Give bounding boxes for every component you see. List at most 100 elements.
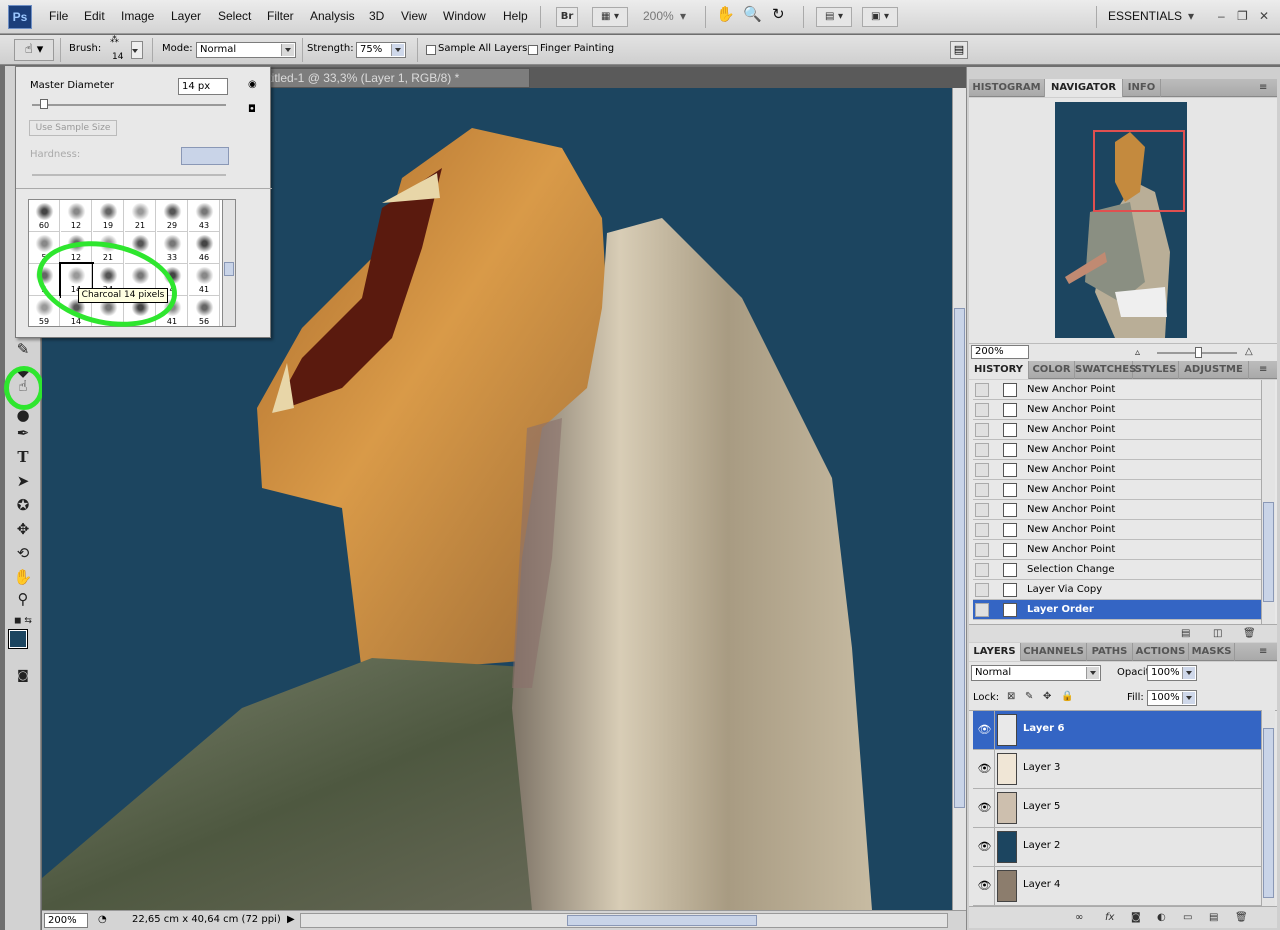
layers-scrollbar[interactable]	[1261, 710, 1275, 906]
view-extras-button[interactable]: ▦ ▾	[592, 7, 628, 27]
history-item[interactable]: New Anchor Point	[973, 540, 1261, 560]
visibility-eye-icon[interactable]: 👁	[975, 789, 995, 827]
menu-select[interactable]: Select	[218, 9, 251, 23]
menu-analysis[interactable]: Analysis	[310, 9, 355, 23]
path-selection-tool-icon[interactable]: ➤	[9, 470, 37, 492]
brush-picker-toggle[interactable]	[131, 41, 143, 59]
brush-grid-scrollbar[interactable]	[222, 199, 236, 327]
canvas-vertical-scrollbar[interactable]	[952, 88, 966, 910]
brush-preset-cell[interactable]: 60	[29, 200, 60, 232]
hardness-slider[interactable]	[32, 174, 226, 176]
menu-filter[interactable]: Filter	[267, 9, 294, 23]
panel-menu-icon[interactable]: ≡	[1259, 82, 1267, 93]
layer-row[interactable]: 👁 Layer 3	[973, 750, 1261, 789]
mode-select[interactable]: Normal	[196, 42, 296, 58]
tab-layers[interactable]: LAYERS	[969, 643, 1021, 661]
visibility-eye-icon[interactable]: 👁	[975, 867, 995, 905]
menu-file[interactable]: File	[49, 9, 68, 23]
history-brush-source-box[interactable]	[975, 603, 989, 617]
visibility-eye-icon[interactable]: 👁	[975, 750, 995, 788]
history-brush-source-box[interactable]	[975, 463, 989, 477]
navigator-zoom-input[interactable]: 200%	[971, 345, 1029, 359]
tab-history[interactable]: HISTORY	[969, 361, 1029, 379]
bridge-button[interactable]: Br	[556, 7, 578, 27]
status-info-icon[interactable]: ◔	[98, 914, 107, 925]
navigator-zoom-thumb[interactable]	[1195, 347, 1202, 358]
tab-masks[interactable]: MASKS	[1189, 643, 1235, 661]
hardness-input[interactable]	[181, 147, 229, 165]
brush-panel-menu-icon[interactable]: ◉	[248, 79, 257, 90]
document-tab[interactable]: Untitled-1 @ 33,3% (Layer 1, RGB/8) *	[244, 68, 530, 88]
canvas-horizontal-scrollbar[interactable]	[300, 913, 948, 928]
quick-mask-icon[interactable]: ◙	[9, 664, 37, 686]
navigator-thumbnail[interactable]	[1055, 102, 1187, 338]
history-brush-source-box[interactable]	[975, 383, 989, 397]
menu-window[interactable]: Window	[443, 9, 486, 23]
zoom-dropdown-arrow-icon[interactable]: ▾	[680, 9, 686, 23]
navigator-view-box[interactable]	[1093, 130, 1185, 212]
history-brush-source-box[interactable]	[975, 403, 989, 417]
tab-styles[interactable]: STYLES	[1133, 361, 1179, 379]
tab-info[interactable]: INFO	[1123, 79, 1161, 97]
master-diameter-input[interactable]: 14 px	[178, 78, 228, 95]
layer-row[interactable]: 👁 Layer 2	[973, 828, 1261, 867]
foreground-color-swatch[interactable]	[8, 629, 28, 649]
history-item[interactable]: New Anchor Point	[973, 480, 1261, 500]
layer-row[interactable]: 👁 Layer 6	[973, 711, 1261, 750]
zoom-level-dropdown[interactable]: 200%	[643, 9, 674, 23]
tab-actions[interactable]: ACTIONS	[1133, 643, 1189, 661]
history-item[interactable]: New Anchor Point	[973, 380, 1261, 400]
brush-preset-cell[interactable]: 56	[189, 296, 220, 326]
panel-toggle-button[interactable]: ▤	[950, 41, 968, 59]
brush-preset-cell[interactable]: 19	[93, 200, 124, 232]
history-item[interactable]: New Anchor Point	[973, 400, 1261, 420]
use-sample-size-button[interactable]: Use Sample Size	[29, 120, 117, 136]
new-snapshot-icon[interactable]: ◫	[1213, 628, 1222, 639]
layer-row[interactable]: 👁 Layer 5	[973, 789, 1261, 828]
history-brush-source-box[interactable]	[975, 543, 989, 557]
lock-all-icon[interactable]: 🔒	[1061, 691, 1073, 702]
history-brush-source-box[interactable]	[975, 423, 989, 437]
brush-preset-cell[interactable]: 21	[125, 200, 156, 232]
strength-input[interactable]: 75%	[356, 42, 406, 58]
menu-3d[interactable]: 3D	[369, 9, 384, 23]
history-item[interactable]: New Anchor Point	[973, 420, 1261, 440]
panel-menu-icon[interactable]: ≡	[1259, 364, 1267, 375]
history-item[interactable]: New Anchor Point	[973, 460, 1261, 480]
menu-image[interactable]: Image	[121, 9, 154, 23]
history-item[interactable]: New Anchor Point	[973, 440, 1261, 460]
status-zoom-input[interactable]: 200%	[44, 913, 88, 928]
history-brush-source-box[interactable]	[975, 443, 989, 457]
screen-mode-button[interactable]: ▣ ▾	[862, 7, 898, 27]
horizontal-scroll-thumb[interactable]	[567, 915, 757, 926]
zoom-tool-icon[interactable]: ⚲	[9, 588, 37, 610]
tool-preset-picker[interactable]: ☝ ▾	[14, 39, 54, 61]
master-diameter-slider[interactable]	[32, 104, 226, 106]
zoom-tool-icon[interactable]: 🔍	[743, 5, 762, 23]
master-diameter-slider-thumb[interactable]	[40, 99, 48, 109]
arrange-documents-button[interactable]: ▤ ▾	[816, 7, 852, 27]
rotate-view-icon[interactable]: ↻	[772, 5, 785, 23]
close-icon[interactable]: ✕	[1259, 9, 1269, 23]
type-tool-icon[interactable]: T	[9, 446, 37, 468]
adjustment-layer-icon[interactable]: ◐	[1157, 912, 1166, 923]
history-item[interactable]: New Anchor Point	[973, 520, 1261, 540]
3d-orbit-tool-icon[interactable]: ⟲	[9, 542, 37, 564]
finger-painting-checkbox[interactable]	[528, 45, 538, 55]
brush-preset-cell[interactable]: 12	[61, 200, 92, 232]
history-scroll-thumb[interactable]	[1263, 502, 1274, 602]
layer-mask-icon[interactable]: ◙	[1131, 912, 1141, 923]
vertical-scroll-thumb[interactable]	[954, 308, 965, 808]
new-group-icon[interactable]: ▭	[1183, 912, 1192, 923]
tab-adjustments[interactable]: ADJUSTME	[1179, 361, 1249, 379]
blend-mode-select[interactable]: Normal	[971, 665, 1101, 681]
menu-edit[interactable]: Edit	[84, 9, 105, 23]
reset-icon[interactable]: ◘	[248, 104, 256, 115]
custom-shape-tool-icon[interactable]: ✪	[9, 494, 37, 516]
brush-grid-scroll-thumb[interactable]	[224, 262, 234, 276]
lock-position-icon[interactable]: ✥	[1043, 691, 1051, 702]
visibility-eye-icon[interactable]: 👁	[975, 711, 995, 749]
tab-channels[interactable]: CHANNELS	[1021, 643, 1087, 661]
brush-preset-cell[interactable]: 43	[189, 200, 220, 232]
menu-layer[interactable]: Layer	[171, 9, 201, 23]
